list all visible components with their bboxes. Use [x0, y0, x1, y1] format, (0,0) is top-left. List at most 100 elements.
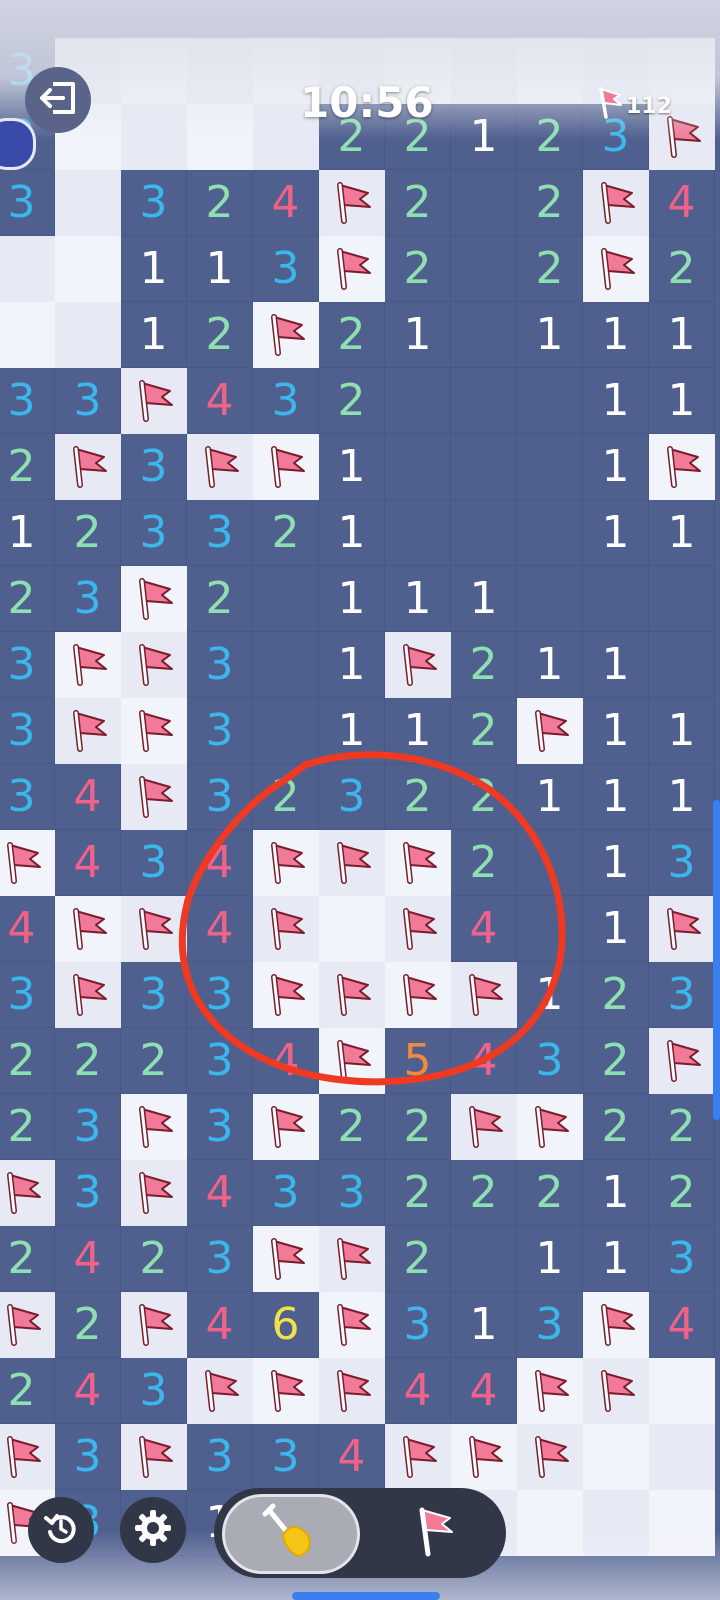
number-cell[interactable]: 1	[583, 434, 649, 500]
number-cell[interactable]: 1	[649, 764, 715, 830]
flagged-cell[interactable]	[451, 1424, 517, 1490]
empty-cell[interactable]	[451, 500, 517, 566]
number-cell[interactable]: 3	[187, 1028, 253, 1094]
number-cell[interactable]: 2	[385, 1160, 451, 1226]
number-cell[interactable]: 3	[0, 368, 55, 434]
number-cell[interactable]: 1	[583, 302, 649, 368]
number-cell[interactable]: 3	[319, 1160, 385, 1226]
number-cell[interactable]: 1	[583, 500, 649, 566]
flagged-cell[interactable]	[121, 1292, 187, 1358]
number-cell[interactable]: 2	[319, 1094, 385, 1160]
flagged-cell[interactable]	[319, 236, 385, 302]
number-cell[interactable]: 3	[121, 500, 187, 566]
number-cell[interactable]: 3	[187, 1226, 253, 1292]
empty-cell[interactable]	[517, 566, 583, 632]
hidden-cell[interactable]	[649, 1490, 715, 1556]
flagged-cell[interactable]	[385, 896, 451, 962]
number-cell[interactable]: 3	[517, 1028, 583, 1094]
flagged-cell[interactable]	[121, 1160, 187, 1226]
hidden-cell[interactable]	[583, 1424, 649, 1490]
number-cell[interactable]: 4	[649, 170, 715, 236]
flagged-cell[interactable]	[0, 1292, 55, 1358]
number-cell[interactable]: 1	[319, 566, 385, 632]
flagged-cell[interactable]	[583, 170, 649, 236]
number-cell[interactable]: 2	[451, 632, 517, 698]
flagged-cell[interactable]	[55, 962, 121, 1028]
flagged-cell[interactable]	[121, 764, 187, 830]
number-cell[interactable]: 3	[187, 632, 253, 698]
flagged-cell[interactable]	[187, 1358, 253, 1424]
number-cell[interactable]: 3	[187, 500, 253, 566]
number-cell[interactable]: 2	[517, 236, 583, 302]
number-cell[interactable]: 3	[187, 1424, 253, 1490]
number-cell[interactable]: 4	[187, 830, 253, 896]
number-cell[interactable]: 1	[319, 500, 385, 566]
number-cell[interactable]: 1	[517, 764, 583, 830]
number-cell[interactable]: 1	[121, 236, 187, 302]
flagged-cell[interactable]	[121, 1094, 187, 1160]
number-cell[interactable]: 1	[649, 368, 715, 434]
number-cell[interactable]: 2	[253, 500, 319, 566]
number-cell[interactable]: 4	[253, 170, 319, 236]
flagged-cell[interactable]	[451, 1094, 517, 1160]
number-cell[interactable]: 2	[649, 236, 715, 302]
number-cell[interactable]: 2	[583, 1094, 649, 1160]
hidden-cell[interactable]	[0, 302, 55, 368]
flagged-cell[interactable]	[319, 962, 385, 1028]
number-cell[interactable]: 1	[583, 368, 649, 434]
empty-cell[interactable]	[451, 236, 517, 302]
number-cell[interactable]: 2	[517, 1160, 583, 1226]
number-cell[interactable]: 1	[187, 236, 253, 302]
number-cell[interactable]: 3	[0, 698, 55, 764]
flagged-cell[interactable]	[121, 698, 187, 764]
number-cell[interactable]: 4	[187, 896, 253, 962]
number-cell[interactable]: 2	[649, 1160, 715, 1226]
empty-cell[interactable]	[451, 1226, 517, 1292]
navigation-pill[interactable]	[292, 1592, 440, 1600]
number-cell[interactable]: 2	[55, 500, 121, 566]
flagged-cell[interactable]	[385, 1424, 451, 1490]
number-cell[interactable]: 1	[319, 698, 385, 764]
number-cell[interactable]: 4	[55, 764, 121, 830]
flagged-cell[interactable]	[385, 830, 451, 896]
number-cell[interactable]: 1	[517, 1226, 583, 1292]
empty-cell[interactable]	[517, 830, 583, 896]
dig-mode-button[interactable]	[222, 1494, 360, 1574]
flagged-cell[interactable]	[583, 1358, 649, 1424]
hidden-cell[interactable]	[55, 236, 121, 302]
flagged-cell[interactable]	[319, 1358, 385, 1424]
number-cell[interactable]: 1	[583, 764, 649, 830]
number-cell[interactable]: 3	[187, 962, 253, 1028]
number-cell[interactable]: 2	[55, 1292, 121, 1358]
hidden-cell[interactable]	[187, 38, 253, 104]
empty-cell[interactable]	[385, 434, 451, 500]
number-cell[interactable]: 3	[55, 566, 121, 632]
number-cell[interactable]: 3	[649, 1226, 715, 1292]
number-cell[interactable]: 2	[0, 434, 55, 500]
number-cell[interactable]: 3	[649, 962, 715, 1028]
number-cell[interactable]: 4	[55, 830, 121, 896]
number-cell[interactable]: 4	[649, 1292, 715, 1358]
flagged-cell[interactable]	[253, 1226, 319, 1292]
number-cell[interactable]: 3	[55, 1094, 121, 1160]
number-cell[interactable]: 2	[385, 764, 451, 830]
number-cell[interactable]: 2	[385, 170, 451, 236]
flagged-cell[interactable]	[583, 1292, 649, 1358]
number-cell[interactable]: 3	[55, 1160, 121, 1226]
number-cell[interactable]: 2	[0, 566, 55, 632]
exit-button[interactable]	[25, 67, 91, 133]
number-cell[interactable]: 1	[649, 500, 715, 566]
number-cell[interactable]: 2	[451, 830, 517, 896]
hidden-cell[interactable]	[55, 170, 121, 236]
number-cell[interactable]: 1	[385, 302, 451, 368]
flagged-cell[interactable]	[319, 1028, 385, 1094]
hidden-cell[interactable]	[517, 1490, 583, 1556]
number-cell[interactable]: 3	[253, 236, 319, 302]
number-cell[interactable]: 3	[121, 170, 187, 236]
number-cell[interactable]: 2	[451, 764, 517, 830]
number-cell[interactable]: 4	[187, 1160, 253, 1226]
number-cell[interactable]: 4	[55, 1226, 121, 1292]
empty-cell[interactable]	[649, 632, 715, 698]
flagged-cell[interactable]	[385, 632, 451, 698]
number-cell[interactable]: 1	[583, 896, 649, 962]
